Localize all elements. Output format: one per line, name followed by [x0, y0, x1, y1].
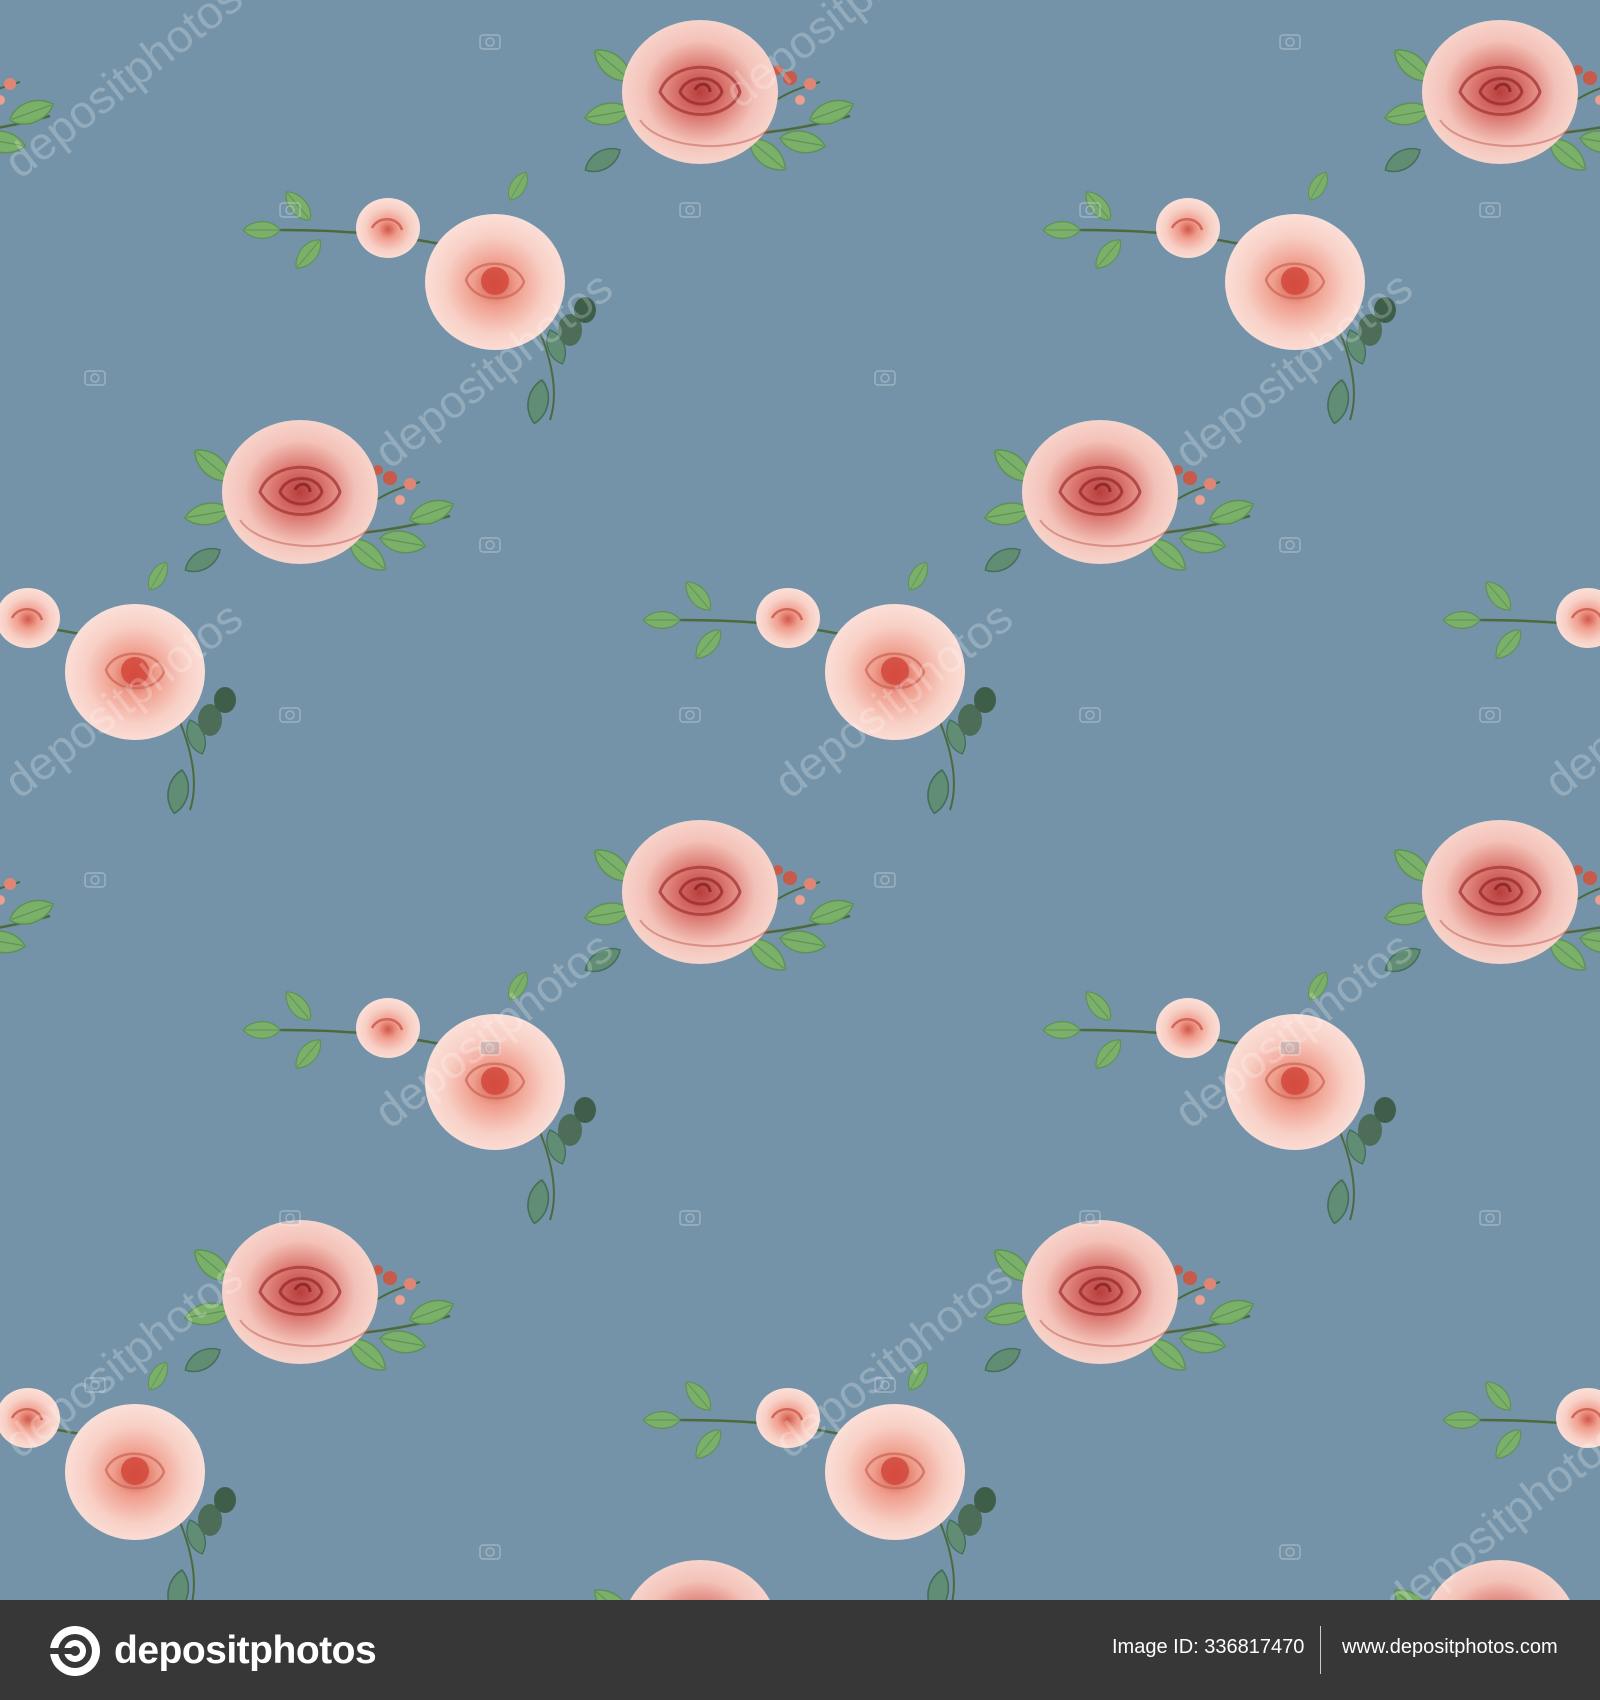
website-link[interactable]: www.depositphotos.com: [1342, 1636, 1558, 1659]
footer-bar: depositphotos Image ID: 336817470 www.de…: [0, 1600, 1600, 1700]
depositphotos-logo[interactable]: depositphotos: [48, 1624, 377, 1678]
floral-pattern-image: depositphotos depositphotos depositphoto…: [0, 0, 1600, 1600]
footer-divider: [1320, 1626, 1321, 1674]
logo-text: depositphotos: [114, 1629, 377, 1672]
stock-image-preview: depositphotos depositphotos depositphoto…: [0, 0, 1600, 1700]
image-id: Image ID: 336817470: [1112, 1636, 1305, 1658]
depositphotos-logo-icon: [50, 1626, 100, 1676]
